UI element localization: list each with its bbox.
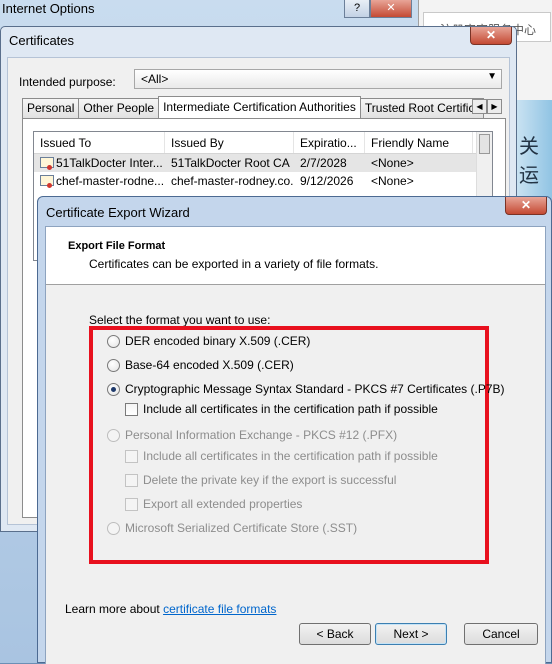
back-button[interactable]: < Back xyxy=(299,623,371,645)
intended-purpose-label: Intended purpose: xyxy=(19,75,116,89)
internet-options-title: Internet Options xyxy=(2,1,95,16)
column-issued-by[interactable]: Issued By xyxy=(165,132,294,153)
radio-sst[interactable]: Microsoft Serialized Certificate Store (… xyxy=(107,521,357,535)
next-button[interactable]: Next > xyxy=(375,623,447,645)
cell-expiration: 2/7/2028 xyxy=(300,156,347,170)
checkbox-export-extended[interactable]: Export all extended properties xyxy=(125,497,302,511)
wizard-header-title: Export File Format xyxy=(68,240,166,252)
internet-options-controls: ? ✕ xyxy=(344,0,412,18)
learn-more-text: Learn more about certificate file format… xyxy=(65,602,276,616)
format-select-label: Select the format you want to use: xyxy=(89,313,271,327)
checkbox-pkcs7-include-path-control[interactable] xyxy=(125,402,138,416)
scrollbar-thumb[interactable] xyxy=(479,134,490,154)
tab-intermediate-ca[interactable]: Intermediate Certification Authorities xyxy=(158,96,361,118)
cell-issued-by: chef-master-rodney.co... xyxy=(171,174,294,188)
radio-der-label: DER encoded binary X.509 (.CER) xyxy=(125,334,311,348)
cell-friendly-name: <None> xyxy=(371,156,414,170)
checkbox-export-extended-label: Export all extended properties xyxy=(143,497,303,511)
cell-friendly-name: <None> xyxy=(371,174,414,188)
column-expiration[interactable]: Expiratio... xyxy=(294,132,365,153)
cell-issued-to: 51TalkDocter Inter... xyxy=(56,156,163,170)
tab-scroll-right-icon[interactable]: ▶ xyxy=(487,99,502,114)
tab-scroll-buttons: ◀ ▶ xyxy=(472,99,502,114)
certificates-title: Certificates xyxy=(9,33,75,48)
radio-pkcs7-label: Cryptographic Message Syntax Standard - … xyxy=(125,382,505,396)
intended-purpose-value: <All> xyxy=(141,72,169,86)
list-header: Issued To Issued By Expiratio... Friendl… xyxy=(34,132,492,154)
checkbox-pfx-include-path[interactable]: Include all certificates in the certific… xyxy=(125,449,438,463)
internet-options-close-button[interactable]: ✕ xyxy=(370,0,412,18)
radio-base64-control[interactable] xyxy=(107,358,120,372)
tab-personal[interactable]: Personal xyxy=(22,98,80,118)
checkbox-delete-private-key-control[interactable] xyxy=(125,473,138,487)
wizard-close-button[interactable]: ✕ xyxy=(505,197,547,215)
column-friendly-name[interactable]: Friendly Name xyxy=(365,132,473,153)
cancel-button[interactable]: Cancel xyxy=(464,623,538,645)
certificates-close-button[interactable]: ✕ xyxy=(470,27,512,45)
checkbox-pkcs7-include-path[interactable]: Include all certificates in the certific… xyxy=(125,402,438,416)
checkbox-export-extended-control[interactable] xyxy=(125,497,138,511)
radio-pkcs7-control[interactable] xyxy=(107,382,120,396)
checkbox-delete-private-key-label: Delete the private key if the export is … xyxy=(143,473,397,487)
checkbox-delete-private-key[interactable]: Delete the private key if the export is … xyxy=(125,473,396,487)
radio-pkcs7[interactable]: Cryptographic Message Syntax Standard - … xyxy=(107,382,505,396)
cell-issued-by: 51TalkDocter Root CA xyxy=(171,156,290,170)
banner-text: 关 运 xyxy=(519,134,539,187)
certificate-export-wizard: Certificate Export Wizard ✕ Export File … xyxy=(37,196,552,664)
checkbox-pkcs7-include-path-label: Include all certificates in the certific… xyxy=(143,402,438,416)
checkbox-pfx-include-path-control[interactable] xyxy=(125,449,138,463)
radio-der[interactable]: DER encoded binary X.509 (.CER) xyxy=(107,334,310,348)
certificate-icon xyxy=(40,157,54,170)
radio-pfx-label: Personal Information Exchange - PKCS #12… xyxy=(125,428,398,442)
radio-sst-control[interactable] xyxy=(107,521,120,535)
wizard-header-subtitle: Certificates can be exported in a variet… xyxy=(89,257,379,271)
tab-scroll-left-icon[interactable]: ◀ xyxy=(472,99,487,114)
radio-base64-label: Base-64 encoded X.509 (.CER) xyxy=(125,358,294,372)
wizard-body: Export File Format Certificates can be e… xyxy=(45,226,546,664)
cell-issued-to: chef-master-rodne... xyxy=(56,174,165,188)
tab-other-people[interactable]: Other People xyxy=(78,98,160,118)
learn-more-prefix: Learn more about xyxy=(65,602,164,616)
intended-purpose-select[interactable]: <All> ▼ xyxy=(134,69,502,89)
certificate-icon xyxy=(40,175,54,188)
table-row[interactable]: 51TalkDocter Inter... 51TalkDocter Root … xyxy=(34,154,492,172)
radio-base64[interactable]: Base-64 encoded X.509 (.CER) xyxy=(107,358,294,372)
table-row[interactable]: chef-master-rodne... chef-master-rodney.… xyxy=(34,172,492,190)
certificate-file-formats-link[interactable]: certificate file formats xyxy=(163,602,276,616)
help-button[interactable]: ? xyxy=(344,0,370,18)
radio-pfx-control[interactable] xyxy=(107,428,120,442)
radio-sst-label: Microsoft Serialized Certificate Store (… xyxy=(125,521,358,535)
radio-der-control[interactable] xyxy=(107,334,120,348)
dropdown-arrow-icon: ▼ xyxy=(487,71,497,82)
certificate-tabs: Personal Other People Intermediate Certi… xyxy=(22,96,484,118)
wizard-title: Certificate Export Wizard xyxy=(46,205,190,220)
cell-expiration: 9/12/2026 xyxy=(300,174,354,188)
checkbox-pfx-include-path-label: Include all certificates in the certific… xyxy=(143,449,438,463)
radio-pfx[interactable]: Personal Information Exchange - PKCS #12… xyxy=(107,428,397,442)
wizard-header: Export File Format Certificates can be e… xyxy=(46,227,545,285)
column-issued-to[interactable]: Issued To xyxy=(34,132,165,153)
tab-trusted-root[interactable]: Trusted Root Certification xyxy=(359,98,484,118)
